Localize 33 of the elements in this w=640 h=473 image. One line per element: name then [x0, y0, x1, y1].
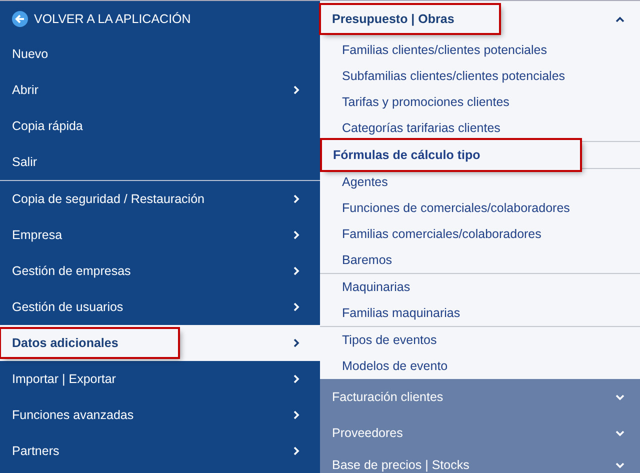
submenu-item[interactable]: Baremos [342, 253, 392, 267]
menu-item[interactable]: Funciones avanzadas [12, 404, 134, 426]
submenu-item[interactable]: Agentes [342, 175, 388, 189]
menu-item[interactable]: Gestión de usuarios [12, 296, 124, 318]
submenu-item[interactable]: Tarifas y promociones clientes [342, 95, 510, 109]
chevron-down-icon [615, 430, 625, 436]
chevron-down-icon [615, 394, 625, 400]
chevron-up-icon [615, 16, 625, 22]
back-link[interactable]: VOLVER A LA APLICACIÓN [12, 10, 191, 26]
submenu-item[interactable]: Familias comerciales/colaboradores [342, 227, 542, 241]
submenu-item[interactable]: Tipos de eventos [342, 333, 437, 347]
submenu-item[interactable]: Familias maquinarias [342, 306, 460, 320]
submenu-item[interactable]: Maquinarias [342, 280, 410, 294]
submenu-item[interactable]: Fórmulas de cálculo tipo [322, 140, 580, 170]
submenu-item[interactable]: Funciones de comerciales/colaboradores [342, 201, 570, 215]
section-header[interactable]: Base de precios | Stocks [320, 451, 640, 473]
menu-item[interactable]: Importar | Exportar [12, 368, 116, 390]
section-header[interactable]: Presupuesto | Obras [321, 5, 500, 33]
submenu-item[interactable]: Categorías tarifarias clientes [342, 121, 500, 135]
section-header[interactable]: Facturación clientes [320, 379, 640, 415]
menu-item[interactable]: Copia rápida [12, 115, 83, 137]
menu-item[interactable]: Copia de seguridad / Restauración [12, 188, 204, 210]
chevron-down-icon [615, 462, 625, 469]
submenu-item[interactable]: Subfamilias clientes/clientes potenciales [342, 69, 566, 83]
section-header[interactable]: Proveedores [320, 415, 640, 451]
menu-item[interactable]: Salir [12, 151, 38, 173]
menu-item[interactable]: Partners [12, 440, 60, 462]
menu-item[interactable]: Nuevo [12, 43, 48, 65]
submenu-item[interactable]: Modelos de evento [342, 359, 448, 373]
menu-item[interactable]: Abrir [12, 79, 38, 101]
menu-item[interactable]: Gestión de empresas [12, 260, 131, 282]
submenu-item[interactable]: Familias clientes/clientes potenciales [342, 43, 547, 57]
menu-item[interactable]: Empresa [12, 224, 62, 246]
